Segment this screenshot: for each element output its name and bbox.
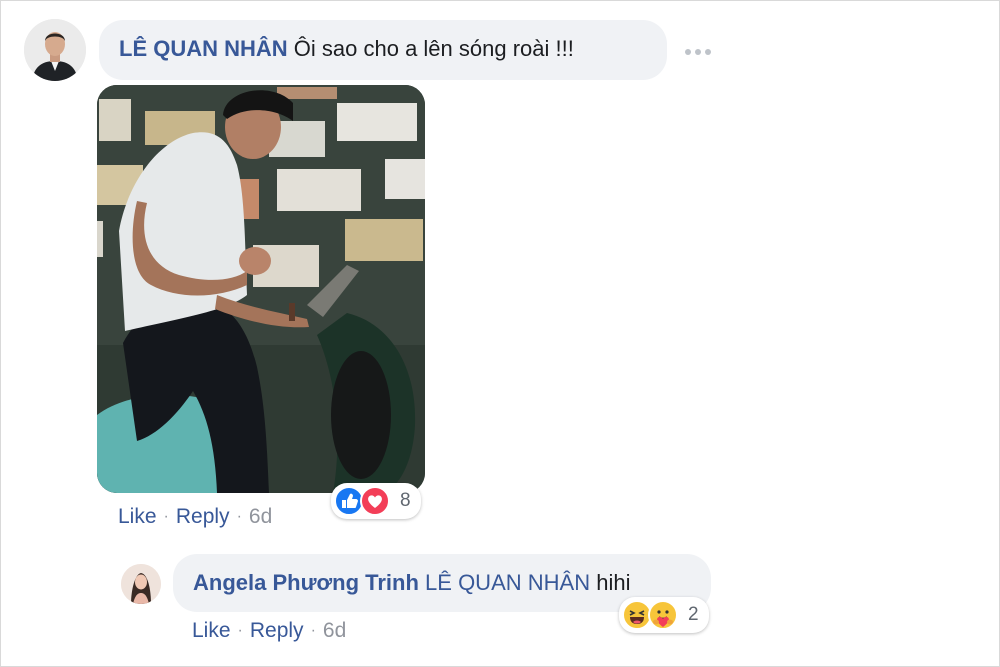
reactions-summary[interactable]: 8 (331, 483, 421, 519)
more-options-icon[interactable] (685, 45, 715, 59)
comment-author[interactable]: LÊ QUAN NHÂN (119, 36, 288, 61)
avatar-image (121, 564, 161, 604)
comment-actions: Like · Reply · 6d (118, 505, 272, 529)
like-button[interactable]: Like (192, 619, 231, 643)
comment-photo[interactable] (97, 85, 425, 493)
reply-text: hihi (596, 570, 631, 595)
separator: · (163, 508, 169, 525)
reply-timestamp[interactable]: 6d (323, 619, 346, 643)
reply-mention[interactable]: LÊ QUAN NHÂN (425, 570, 590, 595)
separator: · (310, 622, 316, 639)
comment-timestamp[interactable]: 6d (249, 505, 272, 529)
reaction-count: 2 (688, 604, 699, 625)
care-icon (648, 600, 678, 630)
reply-author[interactable]: Angela Phương Trinh (193, 570, 419, 595)
reply-actions: Like · Reply · 6d (192, 619, 346, 643)
separator: · (237, 622, 243, 639)
avatar[interactable] (24, 19, 86, 81)
love-icon (360, 486, 390, 516)
like-button[interactable]: Like (118, 505, 157, 529)
reply-button[interactable]: Reply (176, 505, 230, 529)
reply-reactions-summary[interactable]: 2 (619, 597, 709, 633)
separator: · (236, 508, 242, 525)
comment-bubble: LÊ QUAN NHÂN Ôi sao cho a lên sóng roài … (99, 20, 667, 80)
reply-avatar[interactable] (121, 564, 161, 604)
photo-image (97, 85, 425, 493)
comment-text: Ôi sao cho a lên sóng roài !!! (293, 36, 574, 61)
comment-thread: LÊ QUAN NHÂN Ôi sao cho a lên sóng roài … (0, 0, 1000, 667)
reaction-count: 8 (400, 490, 411, 511)
reply-button[interactable]: Reply (250, 619, 304, 643)
avatar-image (24, 19, 86, 81)
